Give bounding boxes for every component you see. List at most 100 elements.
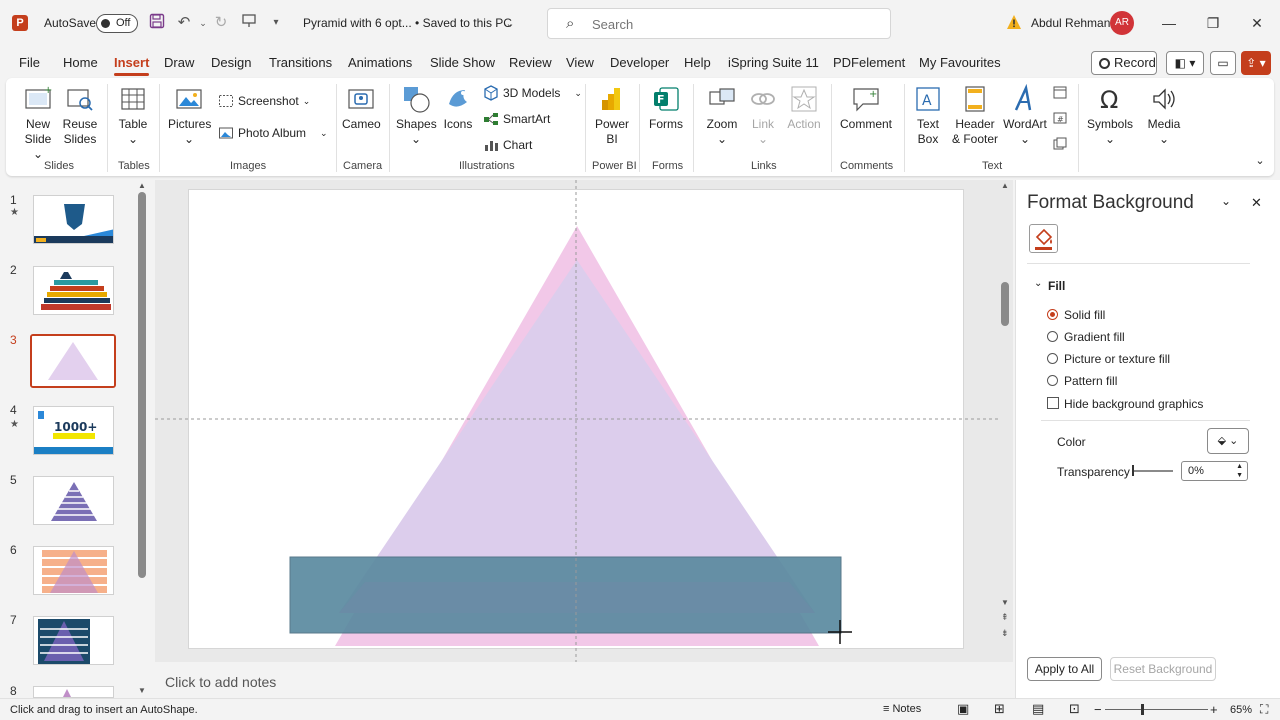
tab-insert[interactable]: Insert	[114, 55, 150, 76]
gradient-fill-label[interactable]: Gradient fill	[1064, 330, 1125, 344]
tab-developer[interactable]: Developer	[610, 55, 669, 70]
slide-sorter-icon[interactable]: ⊞	[994, 701, 1005, 717]
zoom-out-icon[interactable]: −	[1094, 702, 1102, 717]
reading-view-icon[interactable]: ▤	[1032, 701, 1044, 717]
comment-button[interactable]: + Comment	[836, 84, 896, 132]
avatar[interactable]: AR	[1110, 11, 1134, 35]
3d-models-button[interactable]: 3D Models ⌄	[483, 85, 582, 101]
smartart-button[interactable]: SmartArt	[483, 111, 550, 127]
share-button[interactable]: ⇪ ▾	[1241, 51, 1271, 75]
customize-toolbar-icon[interactable]: ▾	[266, 13, 286, 33]
symbols-button[interactable]: Ω Symbols ⌄	[1084, 84, 1136, 147]
warning-icon[interactable]	[1006, 14, 1022, 30]
record-button[interactable]: Record	[1091, 51, 1157, 75]
notes-toggle-button[interactable]: ≡ Notes	[883, 703, 921, 715]
search-input[interactable]	[592, 15, 872, 33]
redo-icon[interactable]: ↻	[211, 13, 231, 33]
chevron-down-icon[interactable]: ⌄	[500, 14, 520, 34]
scroll-down-icon[interactable]: ▼	[1001, 598, 1009, 607]
object-icon[interactable]	[1050, 136, 1070, 156]
user-name[interactable]: Abdul Rehman	[1031, 16, 1110, 30]
photo-album-button[interactable]: Photo Album ⌄	[218, 125, 328, 141]
transparency-slider[interactable]	[1133, 470, 1173, 472]
zoom-in-icon[interactable]: +	[1210, 702, 1218, 717]
pane-options-icon[interactable]: ⌄	[1221, 194, 1231, 208]
transparency-slider-thumb[interactable]	[1132, 465, 1134, 476]
slide-thumbnail-3[interactable]	[30, 334, 116, 388]
tab-transitions[interactable]: Transitions	[269, 55, 332, 70]
slide-thumbnail-8[interactable]	[33, 686, 114, 698]
fit-slide-icon[interactable]: ⛶	[1260, 702, 1268, 717]
next-slide-icon[interactable]: ⇟	[1001, 628, 1009, 639]
tab-slide-show[interactable]: Slide Show	[430, 55, 495, 70]
media-button[interactable]: Media ⌄	[1142, 84, 1186, 147]
forms-button[interactable]: F Forms	[646, 84, 686, 132]
gradient-fill-radio[interactable]	[1047, 331, 1058, 342]
picture-fill-radio[interactable]	[1047, 353, 1058, 364]
slide-thumbnail-6[interactable]	[33, 546, 114, 595]
pattern-fill-radio[interactable]	[1047, 375, 1058, 386]
apply-to-all-button[interactable]: Apply to All	[1027, 657, 1102, 681]
document-title[interactable]: Pyramid with 6 opt... • Saved to this PC	[303, 16, 512, 30]
tab-file[interactable]: File	[19, 55, 40, 70]
date-time-icon[interactable]	[1050, 84, 1070, 104]
tab-home[interactable]: Home	[63, 55, 98, 70]
save-icon[interactable]	[147, 13, 167, 33]
solid-fill-label[interactable]: Solid fill	[1064, 308, 1105, 322]
normal-view-icon[interactable]: ▣	[957, 701, 969, 717]
reset-background-button[interactable]: Reset Background	[1110, 657, 1216, 681]
zoom-level[interactable]: 65%	[1230, 704, 1252, 716]
new-slide-button[interactable]: + New Slide ⌄	[18, 84, 58, 162]
tab-design[interactable]: Design	[211, 55, 251, 70]
minimize-icon[interactable]: —	[1157, 11, 1181, 35]
tab-my-favourites[interactable]: My Favourites	[919, 55, 1001, 70]
spin-icon[interactable]: ▲ ▼	[1236, 462, 1243, 480]
slide-thumbnail-7[interactable]	[33, 616, 114, 665]
icons-button[interactable]: Icons	[440, 84, 476, 132]
color-picker-button[interactable]: ⬙ ⌄	[1207, 428, 1249, 454]
hide-background-checkbox[interactable]	[1047, 397, 1059, 409]
slide-thumbnail-1[interactable]	[33, 195, 114, 244]
close-icon[interactable]: ✕	[1245, 11, 1269, 35]
power-bi-button[interactable]: Power BI	[592, 84, 632, 147]
editor-scrollbar[interactable]	[1001, 282, 1009, 326]
tab-animations[interactable]: Animations	[348, 55, 412, 70]
zoom-button[interactable]: Zoom ⌄	[702, 84, 742, 147]
action-button[interactable]: Action	[786, 84, 822, 132]
notes-pane[interactable]	[155, 664, 1013, 698]
cameo-button[interactable]: Cameo	[342, 84, 381, 132]
hide-background-label[interactable]: Hide background graphics	[1064, 397, 1203, 411]
pictures-button[interactable]: Pictures ⌄	[168, 84, 211, 147]
zoom-slider[interactable]	[1105, 709, 1208, 710]
notes-placeholder[interactable]: Click to add notes	[165, 674, 276, 690]
search-box[interactable]: ⌕	[547, 8, 891, 39]
scroll-up-icon[interactable]: ▲	[1001, 181, 1009, 190]
reuse-slides-button[interactable]: Reuse Slides	[60, 84, 100, 147]
tab-ispring[interactable]: iSpring Suite 11	[728, 55, 819, 70]
tab-view[interactable]: View	[566, 55, 594, 70]
transparency-input[interactable]: 0% ▲ ▼	[1181, 461, 1248, 481]
picture-fill-label[interactable]: Picture or texture fill	[1064, 352, 1170, 366]
chart-button[interactable]: Chart	[483, 137, 532, 153]
tab-draw[interactable]: Draw	[164, 55, 194, 70]
pattern-fill-label[interactable]: Pattern fill	[1064, 374, 1117, 388]
undo-dropdown-icon[interactable]: ⌄	[193, 13, 213, 33]
undo-icon[interactable]: ↶	[174, 13, 194, 33]
slide-thumbnail-2[interactable]	[33, 266, 114, 315]
present-icon[interactable]	[239, 13, 259, 33]
tab-review[interactable]: Review	[509, 55, 552, 70]
zoom-slider-thumb[interactable]	[1141, 704, 1144, 715]
comments-icon[interactable]: ▭	[1210, 51, 1236, 75]
table-button[interactable]: Table ⌄	[114, 84, 152, 147]
solid-fill-radio[interactable]	[1047, 309, 1058, 320]
pane-close-icon[interactable]: ✕	[1251, 195, 1262, 211]
shapes-button[interactable]: Shapes ⌄	[396, 84, 437, 147]
tab-help[interactable]: Help	[684, 55, 711, 70]
previous-slide-icon[interactable]: ⇞	[1001, 612, 1009, 623]
slideshow-view-icon[interactable]: ⊡	[1069, 701, 1080, 717]
scroll-up-icon[interactable]: ▲	[138, 181, 146, 190]
ribbon-collapse-icon[interactable]: ⌄	[1252, 154, 1268, 169]
thumbnails-scrollbar[interactable]	[138, 192, 146, 578]
scroll-down-icon[interactable]: ▼	[138, 686, 146, 695]
restore-icon[interactable]: ❐	[1201, 11, 1225, 35]
